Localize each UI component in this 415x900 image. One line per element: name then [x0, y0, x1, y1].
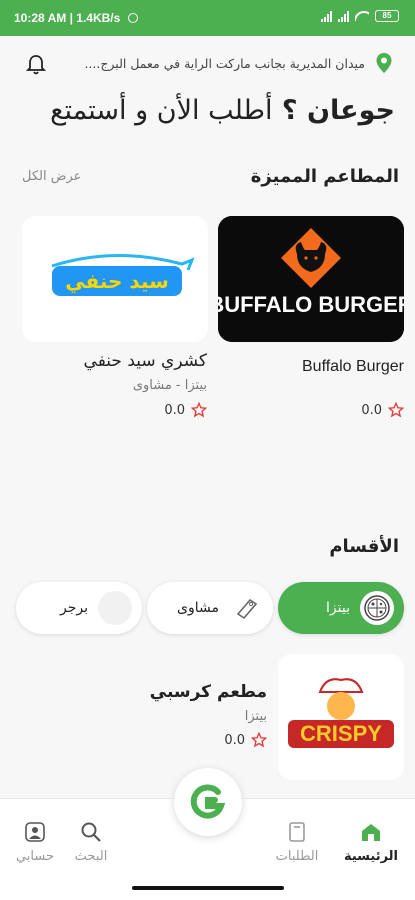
tag-icon: [229, 591, 263, 625]
center-logo-button[interactable]: [174, 768, 242, 836]
search-icon: [81, 822, 101, 842]
hanafy-logo: سيد حنفي: [22, 216, 208, 342]
category-burger[interactable]: برجر: [16, 582, 142, 634]
nav-label: الطلبات: [275, 849, 319, 864]
hero-heading: جوعان ؟ أطلب الأن و أستمتع: [50, 95, 395, 126]
star-icon: [388, 402, 404, 418]
alarm-icon: [127, 13, 138, 23]
delivery-address[interactable]: ميدان المديرية بجانب ماركت الراية في معم…: [70, 56, 365, 71]
hero-bold: جوعان ؟: [281, 95, 395, 126]
nav-label: الرئيسية: [343, 849, 399, 864]
featured-title: المطاعم المميزة: [250, 166, 399, 187]
nav-label: البحث: [74, 849, 108, 864]
nav-orders[interactable]: الطلبات: [262, 821, 332, 864]
hanafy-logo-text: سيد حنفي: [65, 269, 169, 294]
category-grills[interactable]: مشاوى: [147, 582, 273, 634]
categories-title: الأقسام: [329, 536, 399, 557]
wifi-icon: [355, 11, 369, 21]
nav-account[interactable]: حسابي: [0, 821, 70, 864]
nav-label: حسابي: [15, 849, 55, 864]
gesture-bar: [0, 880, 415, 900]
orders-icon: [289, 822, 305, 842]
view-all-link[interactable]: عرض الكل: [22, 169, 81, 184]
category-label: بيتزا: [326, 600, 350, 616]
bell-icon[interactable]: [26, 54, 46, 76]
location-pin-icon: [376, 53, 392, 73]
rating-value: 0.0: [164, 402, 185, 418]
category-label: برجر: [60, 600, 88, 616]
restaurant-category: بيتزا: [244, 709, 267, 724]
buffalo-burger-logo: BUFFALO BURGER: [218, 216, 404, 342]
burger-icon: [98, 591, 132, 625]
restaurant-name[interactable]: مطعم كرسبي: [150, 682, 267, 702]
restaurant-rating: 0.0: [361, 402, 404, 418]
status-icons: 85: [321, 10, 399, 22]
restaurant-category: بيتزا - مشاوى: [132, 378, 207, 393]
restaurant-rating: 0.0: [224, 732, 267, 748]
buffalo-logo-text: BUFFALO BURGER: [218, 292, 404, 317]
featured-header: المطاعم المميزة عرض الكل: [22, 166, 399, 187]
network-speed: 1.4KB/s: [76, 11, 121, 25]
categories-header: الأقسام: [22, 536, 399, 557]
app-logo-icon: [190, 784, 226, 819]
signal-icon: [321, 10, 332, 22]
crispy-logo-text: CRISPY: [300, 721, 382, 746]
restaurant-card-buffalo[interactable]: BUFFALO BURGER: [218, 216, 404, 342]
status-bar: 10:28 AM | 1.4KB/s 85: [0, 0, 415, 36]
battery-icon: 85: [375, 10, 399, 22]
status-time: 10:28 AM | 1.4KB/s: [14, 11, 138, 25]
clock-text: 10:28 AM: [14, 11, 67, 25]
rating-value: 0.0: [224, 732, 245, 748]
pizza-icon: [360, 591, 394, 625]
signal-icon-2: [338, 10, 349, 22]
star-icon: [191, 402, 207, 418]
restaurant-name[interactable]: Buffalo Burger: [302, 358, 404, 376]
location-bar[interactable]: ميدان المديرية بجانب ماركت الراية في معم…: [22, 50, 393, 78]
restaurant-logo-crispy[interactable]: CRISPY: [278, 654, 404, 780]
rating-value: 0.0: [361, 402, 382, 418]
restaurant-card-hanafy[interactable]: سيد حنفي: [22, 216, 208, 342]
home-icon: [362, 824, 380, 841]
restaurant-rating: 0.0: [164, 402, 207, 418]
star-icon: [251, 732, 267, 748]
hero-subtext: أطلب الأن و أستمتع: [50, 95, 273, 126]
restaurant-name[interactable]: كشري سيد حنفي: [84, 351, 207, 371]
crispy-logo: CRISPY: [278, 654, 404, 780]
category-label: مشاوى: [177, 600, 219, 616]
nav-home[interactable]: الرئيسية: [336, 821, 406, 864]
account-icon: [25, 822, 45, 842]
category-pizza[interactable]: بيتزا: [278, 582, 404, 634]
